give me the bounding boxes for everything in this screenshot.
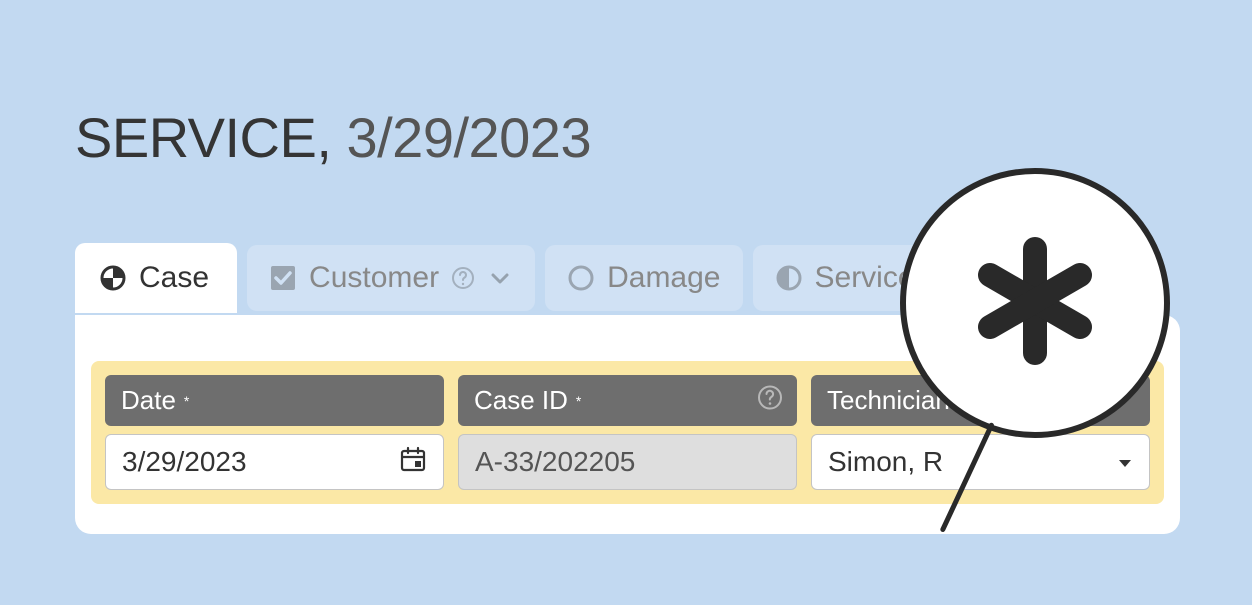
required-asterisk-icon: * [184,394,189,408]
required-asterisk-icon: * [958,394,963,408]
technician-select-value: Simon, R [828,446,943,478]
field-case-id-label: Case ID * [458,375,797,426]
required-asterisk-icon: * [576,394,581,408]
pie-three-quarter-icon [99,264,127,292]
form-panel: Date * 3/29/2023 Case ID [75,315,1180,534]
calendar-icon [399,445,427,480]
checkbox-checked-icon [269,264,297,292]
field-technician-label-text: Technician [827,385,950,416]
help-circle-icon [451,266,475,290]
field-case-id-label-text: Case ID [474,385,568,416]
tab-service[interactable]: Service [753,245,937,311]
case-id-input: A-33/202205 [458,434,797,490]
tab-customer[interactable]: Customer [247,245,535,311]
case-id-input-value: A-33/202205 [475,446,635,478]
field-date-label: Date * [105,375,444,426]
field-case-id: Case ID * A-33/202205 [458,375,797,490]
page-title-prefix: SERVICE, [75,106,331,169]
field-technician: Technician * Simon, R [811,375,1150,490]
tab-service-label: Service [815,261,915,295]
date-input-value: 3/29/2023 [122,446,247,478]
caret-down-icon [1117,446,1133,478]
circle-half-icon [775,264,803,292]
tab-damage-label: Damage [607,261,720,295]
field-date: Date * 3/29/2023 [105,375,444,490]
tab-damage[interactable]: Damage [545,245,742,311]
help-circle-icon[interactable] [757,384,783,417]
field-date-label-text: Date [121,385,176,416]
page-title-date: 3/29/2023 [346,106,591,169]
page-title: SERVICE, 3/29/2023 [75,105,591,170]
tabs-row: Case Customer Damag [75,243,937,313]
tab-case[interactable]: Case [75,243,237,313]
tab-case-label: Case [139,261,209,295]
form-row: Date * 3/29/2023 Case ID [91,361,1164,504]
tab-customer-label: Customer [309,261,439,295]
circle-empty-icon [567,264,595,292]
chevron-down-icon [487,265,513,291]
field-technician-label: Technician * [811,375,1150,426]
technician-select[interactable]: Simon, R [811,434,1150,490]
date-input[interactable]: 3/29/2023 [105,434,444,490]
